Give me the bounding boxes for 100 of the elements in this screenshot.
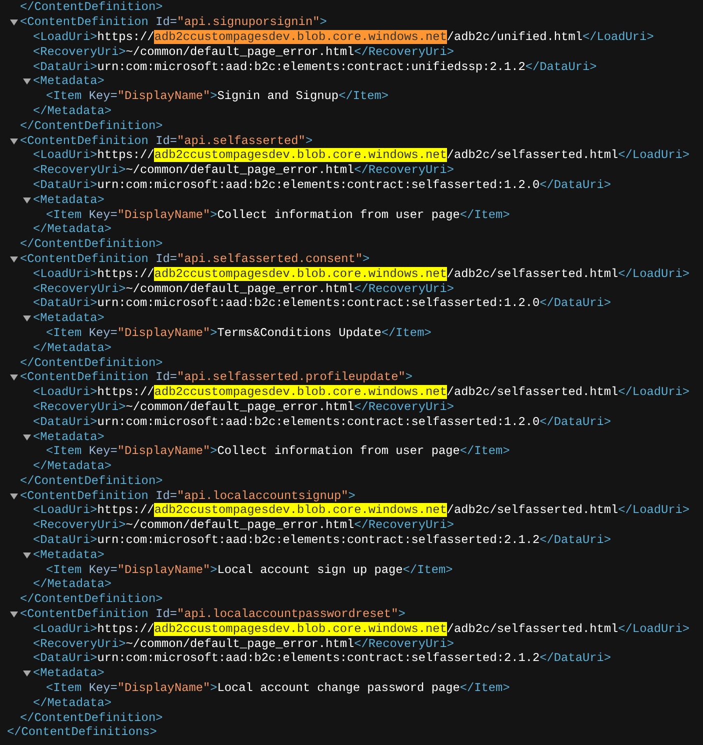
xml-tag: <RecoveryUri> xyxy=(33,400,126,414)
xml-tag: <RecoveryUri> xyxy=(33,44,126,59)
xml-tag: </ContentDefinitions> xyxy=(7,725,157,740)
xml-tag: > xyxy=(210,444,218,458)
xml-tag: </LoadUri> xyxy=(582,30,654,44)
text-content: urn:com:microsoft:aad:b2c:elements:contract:selfasserted:2.1.2 xyxy=(97,533,540,548)
xml-tag: </DataUri> xyxy=(540,414,611,429)
expand-arrow-icon[interactable] xyxy=(10,373,18,382)
text-content: Collect information from user page xyxy=(217,444,460,458)
attribute-name: Id= xyxy=(156,488,177,503)
xml-tag: </Item> xyxy=(460,208,510,222)
xml-tag: <RecoveryUri> xyxy=(33,636,126,651)
xml-tag: > xyxy=(405,370,412,384)
xml-tag: <LoadUri> xyxy=(33,385,98,400)
search-highlight: adb2ccustompagesdev.blob.core.windows.net xyxy=(154,266,447,281)
xml-tag: > xyxy=(210,208,218,222)
search-highlight: adb2ccustompagesdev.blob.core.windows.net xyxy=(154,148,447,162)
xml-tag: > xyxy=(210,562,218,577)
text-content: https:// xyxy=(97,148,154,162)
expand-arrow-icon[interactable] xyxy=(10,492,18,500)
xml-tag: <RecoveryUri> xyxy=(33,282,126,296)
text-content: https:// xyxy=(97,266,154,281)
xml-tag: <Item xyxy=(46,444,82,458)
attribute-name: Id= xyxy=(156,607,177,622)
text-content: /adb2c/unified.html xyxy=(446,30,582,44)
xml-tag: </DataUri> xyxy=(540,296,611,310)
search-highlight: adb2ccustompagesdev.blob.core.windows.net xyxy=(154,385,447,400)
xml-tag: <Metadata> xyxy=(33,74,104,88)
text-content: urn:com:microsoft:aad:b2c:elements:contract:unifiedssp:2.1.2 xyxy=(97,60,526,74)
text-content: https:// xyxy=(97,30,154,44)
text-content: /adb2c/selfasserted.html xyxy=(446,385,618,400)
xml-tag: <Metadata> xyxy=(33,192,104,207)
expand-arrow-icon[interactable] xyxy=(23,77,31,86)
xml-tag: </ContentDefinition> xyxy=(20,592,163,606)
xml-tag: </LoadUri> xyxy=(618,148,690,162)
attribute-value: "DisplayName" xyxy=(117,562,210,577)
xml-tag: </RecoveryUri> xyxy=(354,518,454,532)
text-content: ~/common/default_page_error.html xyxy=(126,282,354,296)
attribute-value: "api.signuporsignin" xyxy=(177,15,320,30)
xml-tag: <DataUri> xyxy=(33,651,98,666)
expand-arrow-icon[interactable] xyxy=(23,550,31,559)
xml-tag: </Metadata> xyxy=(33,696,112,710)
xml-tag: </ContentDefinition> xyxy=(20,118,163,133)
text-content: ~/common/default_page_error.html xyxy=(126,400,354,414)
text-content: ~/common/default_page_error.html xyxy=(126,163,354,178)
xml-tag: </Metadata> xyxy=(33,340,112,355)
xml-tag: </Metadata> xyxy=(33,459,112,474)
expand-arrow-icon[interactable] xyxy=(23,669,31,678)
xml-tag: <Metadata> xyxy=(33,666,104,680)
attribute-value: "api.selfasserted" xyxy=(177,134,306,148)
xml-tag: > xyxy=(348,488,356,503)
text-content: Collect information from user page xyxy=(217,208,460,222)
xml-tag: <DataUri> xyxy=(33,414,98,429)
xml-tag: <Item xyxy=(46,681,82,696)
xml-tag: </DataUri> xyxy=(525,60,597,74)
xml-tag: </Item> xyxy=(460,444,510,458)
xml-tag: > xyxy=(210,326,218,340)
text-content: /adb2c/selfasserted.html xyxy=(446,503,618,518)
xml-tag: </Item> xyxy=(338,89,389,104)
xml-tag: <LoadUri> xyxy=(33,30,98,44)
xml-tag: </ContentDefinition> xyxy=(20,0,163,14)
xml-tag: <Metadata> xyxy=(33,311,104,326)
xml-tag: > xyxy=(305,134,313,148)
text-content: /adb2c/selfasserted.html xyxy=(446,148,618,162)
xml-tag: </Item> xyxy=(402,562,453,577)
expand-arrow-icon[interactable] xyxy=(23,314,31,322)
attribute-name: Key= xyxy=(88,89,118,104)
text-content: urn:com:microsoft:aad:b2c:elements:contract:selfasserted:1.2.0 xyxy=(97,178,540,192)
attribute-name: Id= xyxy=(156,252,177,266)
text-content: ~/common/default_page_error.html xyxy=(126,518,354,532)
xml-tag: <Item xyxy=(46,326,82,340)
xml-tag: <LoadUri> xyxy=(33,266,98,281)
expand-arrow-icon[interactable] xyxy=(10,136,18,145)
xml-tag: <DataUri> xyxy=(33,60,98,74)
xml-tag: <RecoveryUri> xyxy=(33,518,126,532)
expand-arrow-icon[interactable] xyxy=(10,254,18,263)
expand-arrow-icon[interactable] xyxy=(23,196,31,204)
attribute-value: "DisplayName" xyxy=(117,89,210,104)
xml-tag: </ContentDefinition> xyxy=(20,474,163,488)
xml-tag: <DataUri> xyxy=(33,178,98,192)
xml-tag: </LoadUri> xyxy=(618,385,690,400)
xml-tag: </LoadUri> xyxy=(618,266,690,281)
xml-tag: <RecoveryUri> xyxy=(33,163,126,178)
text-content: ~/common/default_page_error.html xyxy=(126,636,354,651)
expand-arrow-icon[interactable] xyxy=(23,432,31,440)
xml-tag: > xyxy=(362,252,370,266)
expand-arrow-icon[interactable] xyxy=(10,610,18,618)
attribute-name: Key= xyxy=(88,681,118,696)
xml-tag: <Metadata> xyxy=(33,430,104,444)
xml-tag: </Metadata> xyxy=(33,222,112,236)
search-highlight: adb2ccustompagesdev.blob.core.windows.net xyxy=(154,503,447,518)
xml-tag: </ContentDefinition> xyxy=(20,237,163,252)
xml-tag: </LoadUri> xyxy=(618,503,690,518)
attribute-value: "api.selfasserted.consent" xyxy=(177,252,363,266)
xml-tag: </Item> xyxy=(460,681,510,696)
xml-tag: </LoadUri> xyxy=(618,622,690,636)
attribute-name: Key= xyxy=(88,208,118,222)
xml-tag: </DataUri> xyxy=(540,651,611,666)
xml-tag: </Metadata> xyxy=(33,577,112,592)
expand-arrow-icon[interactable] xyxy=(10,18,18,26)
